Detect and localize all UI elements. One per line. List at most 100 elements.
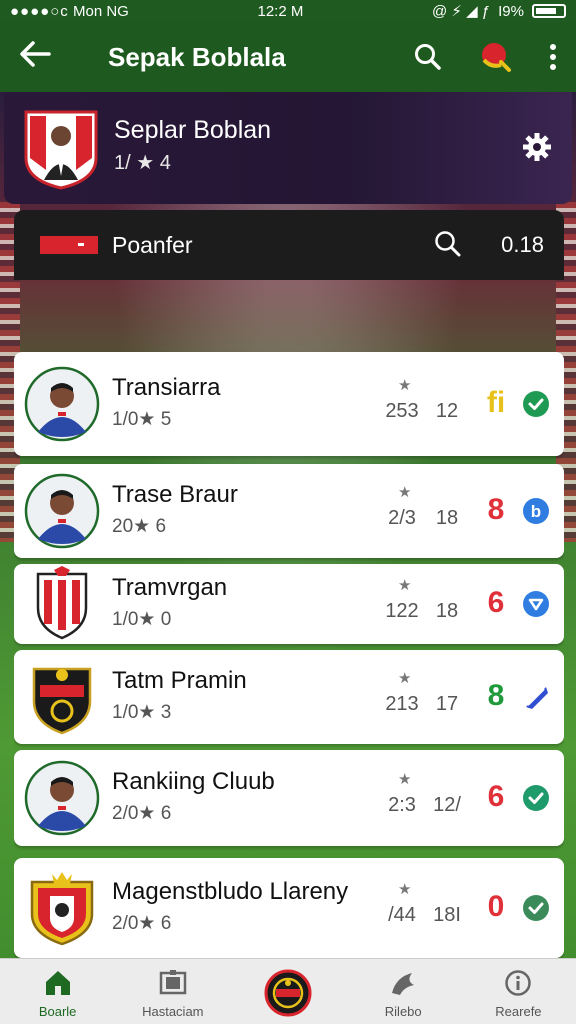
team-stat-b: 18I (433, 904, 461, 926)
list-item[interactable]: Transiarra 1/0★ 5 ★ 253 12 fi (14, 352, 564, 456)
list-item[interactable]: Tramvrgan 1/0★ 0 ★ 122 18 6 (14, 564, 564, 644)
panel-header: Poanfer 0.18 (14, 210, 564, 280)
status-right: @ ⚡ ◢ ƒ I9% (432, 2, 566, 20)
team-stat-b: 12/ (433, 794, 461, 816)
star-icon: ★ (398, 577, 412, 594)
team-name: Magenstbludo Llareny (112, 878, 349, 905)
home-icon (43, 969, 73, 1000)
team-name: Trase Braur (112, 481, 238, 508)
nav-item-boarle[interactable]: Boarle (0, 959, 115, 1024)
battery-icon (531, 4, 566, 18)
team-score: 6 (487, 780, 505, 813)
team-stat-b: 18 (435, 600, 459, 622)
status-bar: ●●●●○c Mon NG 12:2 M @ ⚡ ◢ ƒ I9% (0, 0, 576, 22)
status-slash-icon (522, 683, 550, 711)
team-avatar (24, 870, 100, 946)
status-check-icon (522, 390, 550, 418)
panel-search-button[interactable] (434, 230, 462, 263)
team-name: Tatm Pramin (112, 667, 247, 694)
team-stat-a: 2/3 (388, 507, 416, 529)
nav-label: Rearefe (495, 1004, 542, 1019)
status-down-icon (522, 590, 550, 618)
bird-icon (388, 969, 418, 1000)
profile-avatar-crest (24, 110, 98, 190)
status-check-icon (522, 894, 550, 922)
team-avatar (24, 566, 100, 642)
team-rating: 1/0★ 5 (112, 409, 172, 430)
nav-item-hastaciam[interactable]: Hastaciam (115, 959, 230, 1024)
status-indicators: @ ⚡ ◢ ƒ (431, 3, 491, 20)
team-stat-a: 2:3 (388, 794, 416, 816)
team-stat-a: 122 (385, 600, 419, 622)
list-item[interactable]: Rankiing Cluub 2/0★ 6 ★ 2:3 12/6 (14, 750, 564, 846)
team-avatar (24, 659, 100, 735)
team-stat-a: /44 (388, 904, 416, 926)
nav-label: Hastaciam (142, 1004, 204, 1019)
status-time: 12:2 M (257, 2, 304, 20)
team-rating: 20★ 6 (112, 516, 167, 537)
team-score: fi (486, 386, 506, 419)
bottom-navigation: Boarle Hastaciam Rilebo Rearefe (0, 958, 576, 1024)
list-item[interactable]: Magenstbludo Llareny 2/0★ 6 ★ /44 18I 0 (14, 858, 564, 958)
team-avatar (24, 473, 100, 549)
carrier-name: Mon NG (72, 2, 129, 20)
list-item[interactable]: Trase Braur 20★ 6 ★ 2/3 18 8 b (14, 464, 564, 558)
star-icon: ★ (398, 670, 412, 687)
status-left: ●●●●○c Mon NG (10, 3, 129, 20)
nav-label: Boarle (38, 1004, 77, 1019)
team-score: 6 (487, 586, 505, 619)
gear-icon (523, 133, 551, 161)
team-name: Rankiing Cluub (112, 768, 275, 795)
menu-button[interactable] (530, 43, 576, 71)
panel-value: 0.18 (501, 232, 544, 257)
status-check-icon (522, 784, 550, 812)
bracket-icon (158, 969, 188, 1000)
profile-card: Seplar Boblan 1/ ★ 4 (4, 92, 572, 204)
ball-button[interactable] (462, 40, 530, 74)
settings-button[interactable] (522, 132, 552, 167)
team-stat-b: 12 (435, 400, 459, 422)
svg-text:b: b (531, 502, 541, 521)
search-button[interactable] (394, 43, 462, 71)
team-stat-b: 17 (435, 693, 459, 715)
back-button[interactable] (0, 38, 70, 77)
kebab-menu-icon (550, 44, 556, 70)
star-icon: ★ (398, 377, 412, 394)
star-icon: ★ (398, 484, 412, 501)
team-rating: 2/0★ 6 (112, 803, 172, 824)
app-title: Sepak Boblala (108, 41, 286, 72)
status-b-icon: b (522, 497, 550, 525)
nav-item-club[interactable] (230, 959, 345, 1024)
star-icon: ★ (398, 771, 412, 788)
team-score: 8 (487, 493, 505, 526)
team-rating: 2/0★ 6 (112, 913, 172, 934)
team-stat-b: 18 (435, 507, 459, 529)
panel-label: Poanfer (112, 231, 193, 258)
list-item[interactable]: Tatm Pramin 1/0★ 3 ★ 213 17 8 (14, 650, 564, 744)
team-stat-a: 213 (385, 693, 419, 715)
search-icon (415, 44, 441, 70)
team-avatar (24, 760, 100, 836)
star-icon: ★ (398, 881, 412, 898)
profile-rating: 1/ ★ 4 (114, 152, 171, 174)
arrow-left-icon (20, 40, 51, 67)
battery-percent: I9% (498, 2, 524, 20)
app-bar: Sepak Boblala (0, 22, 576, 92)
team-name: Tramvrgan (112, 574, 228, 601)
nav-item-rearefe[interactable]: Rearefe (461, 959, 576, 1024)
profile-name: Seplar Boblan (114, 116, 272, 144)
flag-icon (40, 236, 98, 254)
team-name: Transiarra (112, 374, 221, 401)
nav-label: Rilebo (384, 1004, 422, 1019)
club-logo-icon (264, 969, 312, 1020)
team-rating: 1/0★ 0 (112, 609, 172, 630)
nav-item-rilebo[interactable]: Rilebo (346, 959, 461, 1024)
search-icon (435, 231, 461, 257)
team-score: 0 (487, 890, 505, 923)
team-score: 8 (487, 679, 505, 712)
signal-indicator: ●●●●○c (10, 2, 69, 20)
team-stat-a: 253 (385, 400, 419, 422)
ranking-panel: Poanfer 0.18 Transiarra 1/0★ 5 ★ 253 12 fi Tra… (14, 210, 564, 970)
team-rating: 1/0★ 3 (112, 702, 172, 723)
team-avatar (24, 366, 100, 442)
